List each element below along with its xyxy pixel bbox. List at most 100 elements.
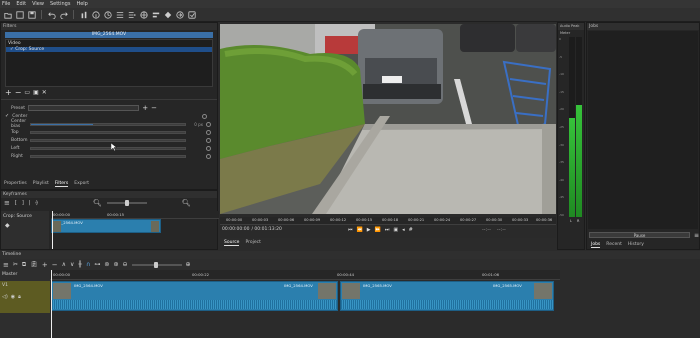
next-keyframe-icon[interactable]: ] — [22, 200, 24, 206]
reset-icon[interactable] — [206, 121, 211, 127]
video-preview[interactable] — [220, 24, 556, 214]
lock-icon[interactable]: 🔒︎ — [18, 294, 21, 300]
history-icon[interactable] — [127, 10, 136, 19]
undo-icon[interactable] — [47, 10, 56, 19]
add-preset-icon[interactable]: + — [142, 104, 148, 112]
skip-previous-icon[interactable]: ⏮ — [348, 227, 353, 233]
zoom-out-icon[interactable]: ⊖ — [122, 261, 127, 268]
keyframes-icon[interactable] — [163, 10, 172, 19]
timeline-ruler[interactable]: 00:00:00 00:00:22 00:00:44 00:01:06 — [50, 270, 560, 280]
timeline-playhead[interactable] — [51, 270, 52, 338]
paste-filter-icon[interactable]: ▣ — [33, 89, 39, 96]
hide-icon[interactable]: ◉ — [11, 294, 15, 300]
tab-filters[interactable]: Filters — [54, 181, 69, 187]
current-timecode[interactable]: 00:00:00:00 — [222, 227, 249, 232]
fast-forward-icon[interactable]: ⏩ — [375, 227, 381, 233]
split-icon[interactable]: ╫ — [78, 261, 82, 268]
menu-edit[interactable]: Edit — [16, 1, 26, 7]
recent-icon[interactable] — [15, 10, 24, 19]
menu-help[interactable]: Help — [76, 1, 87, 7]
player-ruler[interactable]: 00:00:00 00:00:03 00:00:06 00:00:09 00:0… — [220, 217, 556, 225]
play-icon[interactable]: ▶ — [367, 227, 371, 233]
menu-icon[interactable]: ≡ — [4, 199, 10, 207]
export-icon[interactable] — [175, 10, 184, 19]
rewind-icon[interactable]: ⏪ — [357, 227, 363, 233]
playhead[interactable] — [52, 211, 53, 249]
overwrite-icon[interactable]: ∨ — [70, 261, 74, 268]
ripple-icon[interactable]: ⊚ — [104, 261, 109, 268]
bottom-slider[interactable] — [30, 138, 186, 142]
prev-keyframe-icon[interactable]: [ — [15, 200, 17, 206]
keyframe-ruler[interactable]: 00:00:00 00:00:15 — [51, 211, 219, 219]
jobs-menu-icon[interactable]: ≡ — [694, 232, 699, 239]
tab-export[interactable]: Export — [74, 181, 89, 187]
copy-filter-icon[interactable]: ▭ — [24, 89, 30, 96]
remove-filter-icon[interactable]: − — [15, 88, 22, 97]
timeline-zoom-slider[interactable] — [131, 261, 182, 268]
reset-icon[interactable] — [206, 153, 211, 159]
playlist-icon[interactable] — [115, 10, 124, 19]
tab-playlist[interactable]: Playlist — [33, 181, 49, 187]
timeline-clip-2[interactable]: IMG_2565.MOV IMG_2565.MOV — [340, 281, 554, 311]
redo-icon[interactable] — [59, 10, 68, 19]
timeline-icon[interactable] — [151, 10, 160, 19]
zoom-slider[interactable] — [106, 200, 147, 206]
menu-view[interactable]: View — [32, 1, 44, 7]
track-header-v1[interactable]: V1 ◁) ◉ 🔒︎ — [0, 281, 50, 313]
paste-icon[interactable]: 📋︎ — [30, 261, 38, 268]
jobs-pause-button[interactable]: Pause — [589, 232, 690, 238]
copy-icon[interactable]: ⧉ — [22, 261, 26, 269]
add-filter-icon[interactable]: + — [5, 88, 12, 97]
open-icon[interactable] — [3, 10, 12, 19]
volume-icon[interactable]: ◂ — [402, 227, 405, 233]
peak-meter-icon[interactable] — [79, 10, 88, 19]
tab-properties[interactable]: Properties — [4, 181, 27, 187]
zoom-out-icon[interactable]: 🔍︎ — [93, 199, 102, 207]
center-bias-slider[interactable] — [30, 122, 186, 126]
keyframe-icon[interactable]: ◆ — [1, 222, 10, 229]
timeline-clip-1[interactable]: IMG_2564.MOV IMG_2564.MOV — [51, 281, 338, 311]
properties-icon[interactable] — [91, 10, 100, 19]
filter-item-crop-source[interactable]: ✓ Crop: Source — [6, 47, 212, 52]
reset-icon[interactable] — [206, 129, 211, 135]
remove-icon[interactable]: − — [52, 261, 58, 269]
append-icon[interactable]: + — [42, 261, 48, 269]
seek-start-icon[interactable]: | — [29, 200, 31, 206]
reset-icon[interactable] — [202, 113, 207, 119]
deselect-filter-icon[interactable]: ✕ — [42, 89, 47, 96]
recent-list-icon[interactable] — [103, 10, 112, 19]
save-icon[interactable] — [27, 10, 36, 19]
tab-source[interactable]: Source — [224, 240, 240, 246]
tab-jobs[interactable]: Jobs — [591, 242, 601, 248]
center-checkbox-icon[interactable]: ✓ — [5, 113, 9, 119]
preset-dropdown[interactable] — [28, 105, 140, 111]
lift-icon[interactable]: ∧ — [62, 261, 66, 268]
cut-icon[interactable]: ✂ — [13, 261, 18, 268]
scrub-icon[interactable]: ⊶ — [94, 261, 100, 268]
ripple-all-icon[interactable]: ⊛ — [113, 261, 118, 268]
zoom-in-icon[interactable]: ⊕ — [186, 261, 191, 268]
remove-preset-icon[interactable]: − — [151, 104, 157, 112]
center-bias-value[interactable]: 0 px — [189, 122, 203, 127]
jobs-icon[interactable] — [187, 10, 196, 19]
tab-project[interactable]: Project — [245, 240, 260, 246]
toggle-zoom-icon[interactable]: ▣ — [393, 227, 398, 233]
mute-icon[interactable]: ◁) — [2, 294, 8, 300]
menu-icon[interactable]: ≡ — [3, 261, 9, 269]
grid-icon[interactable]: # — [409, 227, 413, 233]
left-slider[interactable] — [30, 146, 186, 150]
menu-settings[interactable]: Settings — [50, 1, 71, 7]
filters-icon[interactable] — [139, 10, 148, 19]
tab-recent[interactable]: Recent — [606, 242, 622, 248]
top-slider[interactable] — [30, 130, 186, 134]
snap-icon[interactable]: ∩ — [86, 261, 90, 268]
right-slider[interactable] — [30, 154, 186, 158]
add-keyframe-icon[interactable]: ⟠ — [35, 200, 37, 206]
skip-next-icon[interactable]: ⏭ — [385, 227, 390, 233]
out-point-icon[interactable]: -‑:‑- — [497, 227, 506, 233]
tab-history[interactable]: History — [628, 242, 644, 248]
menu-file[interactable]: File — [2, 1, 10, 7]
zoom-in-icon[interactable]: 🔍︎ — [182, 199, 191, 207]
reset-icon[interactable] — [206, 137, 211, 143]
reset-icon[interactable] — [206, 145, 211, 151]
